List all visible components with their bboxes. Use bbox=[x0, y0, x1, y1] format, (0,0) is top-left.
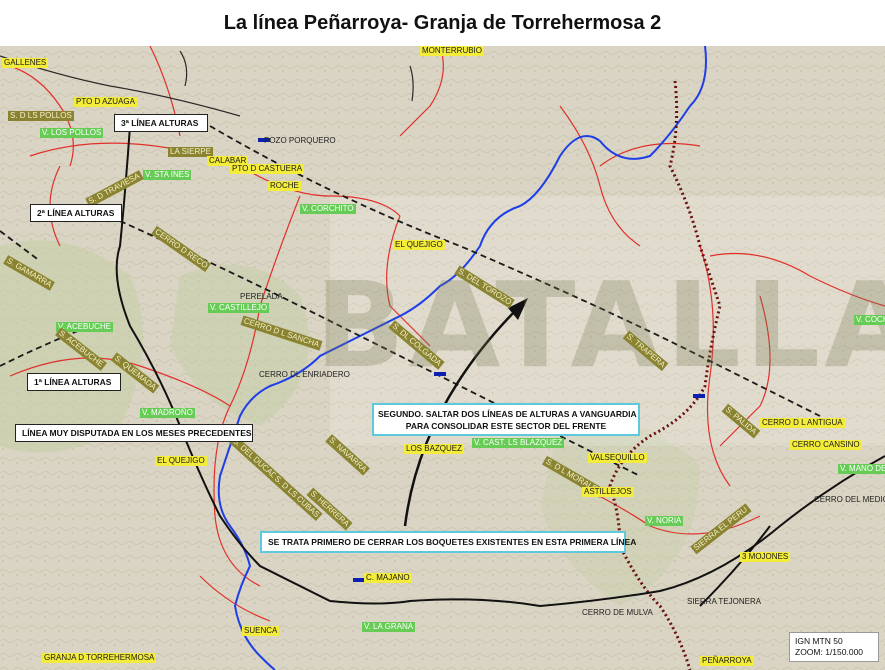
place-astillejos: ASTILLEJOS bbox=[582, 487, 634, 497]
callout-line1: 1ª LÍNEA ALTURAS bbox=[27, 373, 121, 391]
callout-second: SEGUNDO. SALTAR DOS LÍNEAS DE ALTURAS A … bbox=[372, 403, 640, 436]
place-granja: GRANJA D TORREHERMOSA bbox=[42, 653, 157, 663]
page-title: La línea Peñarroya- Granja de Torrehermo… bbox=[223, 11, 662, 34]
callout-second-line2: PARA CONSOLIDAR ESTE SECTOR DEL FRENTE bbox=[405, 421, 607, 431]
place-sierratejonera: SIERRA TEJONERA bbox=[687, 597, 762, 606]
callout-line3: 3ª LÍNEA ALTURAS bbox=[114, 114, 208, 132]
place-vcastblazquez: V. CAST. LS BLAZQUEZ bbox=[472, 438, 565, 448]
place-gallenes: GALLENES bbox=[2, 58, 49, 68]
place-elquejigo-top: EL QUEJIGO bbox=[393, 240, 445, 250]
place-mojones: 3 MOJONES bbox=[740, 552, 791, 562]
callout-first: SE TRATA PRIMERO DE CERRAR LOS BOQUETES … bbox=[260, 531, 636, 553]
callout-disputed: LÍNEA MUY DISPUTADA EN LOS MESES PRECEDE… bbox=[15, 424, 253, 442]
place-pto-castuera: PTO D CASTUERA bbox=[230, 164, 305, 174]
place-penarroya: PEÑARROYA bbox=[700, 656, 754, 666]
position-marker bbox=[434, 372, 446, 376]
map-zoom: ZOOM: 1/150.000 bbox=[795, 647, 864, 657]
place-enriadero: CERRO DL ENRIADERO bbox=[259, 370, 350, 379]
place-vstaines: V. STA INES bbox=[143, 170, 192, 180]
place-valsequillo: VALSEQUILLO bbox=[588, 453, 647, 463]
place-vlospollos: V. LOS POLLOS bbox=[40, 128, 104, 138]
place-vmadrono: V. MADROÑO bbox=[140, 408, 195, 418]
callout-line2: 2ª LÍNEA ALTURAS bbox=[30, 204, 122, 222]
place-cmajano: C. MAJANO bbox=[364, 573, 412, 583]
place-cerrodelmedico: CERRO DEL MEDICO bbox=[814, 495, 885, 504]
map-canvas[interactable]: BATALLAS GALLENES MONTERRUBIO PTO D AZUA… bbox=[0, 46, 885, 670]
place-monterrubio: MONTERRUBIO bbox=[420, 46, 484, 56]
place-cerroantigua: CERRO D L ANTIGUA bbox=[760, 418, 845, 428]
place-cerrocansino: CERRO CANSINO bbox=[790, 440, 862, 450]
place-elquejigo-low: EL QUEJIGO bbox=[155, 456, 207, 466]
position-marker bbox=[693, 394, 705, 398]
place-losbazquez: LOS BAZQUEZ bbox=[404, 444, 465, 454]
place-vlagrana: V. LA GRANA bbox=[362, 622, 416, 632]
place-pto-azuaga: PTO D AZUAGA bbox=[74, 97, 137, 107]
place-vcastillejo: V. CASTILLEJO bbox=[208, 303, 270, 313]
place-vcoche: V. COCHE bbox=[854, 315, 885, 325]
place-sdlspollos: S. D LS POLLOS bbox=[8, 111, 74, 121]
callout-second-line1: SEGUNDO. SALTAR DOS LÍNEAS DE ALTURAS A … bbox=[378, 409, 637, 419]
map-info-box: IGN MTN 50 ZOOM: 1/150.000 bbox=[789, 632, 879, 662]
map-source: IGN MTN 50 bbox=[795, 636, 843, 646]
place-cerromulva: CERRO DE MULVA bbox=[582, 608, 653, 617]
place-suenca: SUENCA bbox=[242, 626, 280, 636]
place-perelada: PERELADA bbox=[240, 292, 283, 301]
place-vcorchito: V. CORCHITO bbox=[300, 204, 356, 214]
place-vmanode: V. MANO DE bbox=[838, 464, 885, 474]
place-roche: ROCHE bbox=[268, 181, 301, 191]
place-vnoria: V. NORIA bbox=[645, 516, 684, 526]
place-pozo-porquero: POZO PORQUERO bbox=[264, 136, 336, 145]
